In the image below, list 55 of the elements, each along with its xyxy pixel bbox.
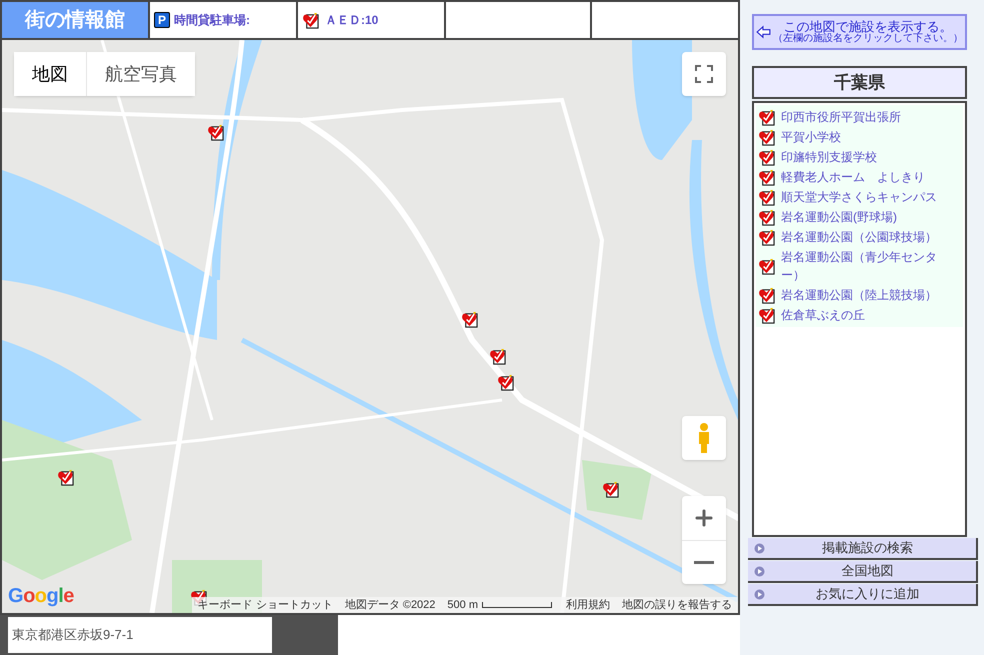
- menu-button[interactable]: 掲載施設の検索: [748, 538, 978, 560]
- map-scale-label: 500 m: [446, 598, 478, 613]
- person-icon: [696, 422, 712, 454]
- menu-button[interactable]: お気に入りに追加: [748, 584, 978, 606]
- menu-button[interactable]: 全国地図: [748, 561, 978, 583]
- fullscreen-icon: [695, 65, 713, 83]
- heart-marker-icon: [461, 311, 478, 328]
- map-footer-link[interactable]: 利用規約: [560, 596, 616, 613]
- address-field[interactable]: 東京都港区赤坂9-7-1: [8, 617, 272, 653]
- facility-link[interactable]: 岩名運動公園(野球場): [756, 207, 963, 227]
- heart-marker-icon: [57, 469, 74, 486]
- facility-link[interactable]: 印西市役所平賀出張所: [756, 107, 963, 127]
- button-hint: （左欄の施設名をクリックして下さい。）: [773, 34, 963, 44]
- map-attribution: 地図データ ©2022: [344, 598, 436, 613]
- heart-marker-icon: [489, 348, 506, 365]
- minus-icon: [694, 561, 714, 564]
- site-logo: 街の情報館: [2, 2, 148, 38]
- heart-marker-icon: [758, 108, 775, 126]
- heart-marker-icon: [758, 208, 775, 226]
- facility-link[interactable]: 岩名運動公園（青少年センター）: [756, 247, 963, 285]
- facility-link[interactable]: 順天堂大学さくらキャンパス: [756, 187, 963, 207]
- heart-marker-icon: [758, 148, 775, 166]
- play-icon: [754, 588, 765, 600]
- facility-link[interactable]: 平賀小学校: [756, 127, 963, 147]
- play-icon: [754, 542, 765, 554]
- facility-link[interactable]: 岩名運動公園（公園球技場）: [756, 227, 963, 247]
- facility-link[interactable]: 佐倉草ぶえの丘: [756, 305, 963, 325]
- parking-label: 時間貸駐車場:: [174, 12, 250, 29]
- heart-marker-icon: [758, 168, 775, 186]
- map-type-tab[interactable]: 航空写真: [86, 52, 195, 96]
- facility-link[interactable]: 印旛特別支援学校: [756, 147, 963, 167]
- facility-link[interactable]: 岩名運動公園（陸上競技場）: [756, 285, 963, 305]
- facility-link[interactable]: 軽費老人ホーム よしきり: [756, 167, 963, 187]
- heart-marker-icon: [602, 481, 619, 498]
- prefecture-heading: 千葉県: [752, 66, 967, 99]
- map-footer-link[interactable]: 地図の誤りを報告する: [616, 596, 738, 613]
- map-scale-bar: [482, 602, 552, 608]
- heart-marker-icon: [758, 286, 775, 304]
- play-icon: [754, 566, 765, 576]
- heart-marker-icon: [758, 228, 775, 246]
- heart-marker-icon: [497, 374, 514, 391]
- heart-marker-icon: [758, 128, 775, 146]
- heart-marker-icon: [758, 258, 775, 274]
- parking-icon: P: [154, 12, 170, 28]
- heart-marker-icon: [302, 12, 319, 28]
- heart-marker-icon: [207, 124, 224, 141]
- map-attribution[interactable]: キーボード ショートカット: [192, 596, 339, 613]
- heart-marker-icon: [758, 188, 775, 206]
- heart-marker-icon: [758, 306, 775, 324]
- show-on-map-button[interactable]: この地図で施設を表示する。 （左欄の施設名をクリックして下さい。）: [752, 14, 967, 50]
- fullscreen-button[interactable]: [682, 52, 726, 96]
- button-title: この地図で施設を表示する。: [784, 20, 952, 33]
- map-type-tab[interactable]: 地図: [14, 52, 86, 96]
- aed-count: ＡＥＤ:10: [325, 12, 378, 29]
- map-logo: Google: [8, 584, 74, 609]
